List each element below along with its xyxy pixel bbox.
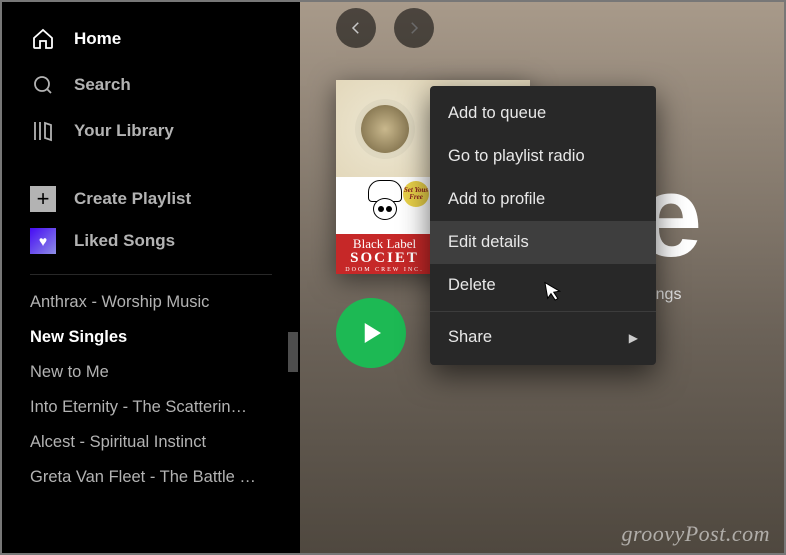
nav-library[interactable]: Your Library: [10, 108, 292, 154]
create-playlist[interactable]: + Create Playlist: [10, 178, 292, 220]
sidebar-actions: + Create Playlist ♥ Liked Songs: [2, 178, 300, 262]
cover-tile: [336, 80, 433, 177]
ctx-share[interactable]: Share ▶: [430, 316, 656, 359]
nav-label: Your Library: [74, 121, 174, 141]
back-button[interactable]: [336, 8, 376, 48]
action-label: Create Playlist: [74, 189, 191, 209]
ctx-separator: [430, 311, 656, 312]
cover-band-main: SOCIET: [336, 250, 433, 267]
ctx-label: Edit details: [448, 233, 529, 252]
cover-art-icon: [359, 180, 411, 236]
ctx-label: Delete: [448, 276, 496, 295]
cover-band-script: Black Label: [336, 237, 433, 250]
submenu-arrow-icon: ▶: [629, 331, 638, 345]
ctx-label: Add to profile: [448, 190, 545, 209]
ctx-label: Go to playlist radio: [448, 147, 585, 166]
playlist-item[interactable]: Into Eternity - The Scatterin…: [2, 390, 300, 425]
app-window: Home Search Your Library + Create Playli…: [0, 0, 786, 555]
forward-button[interactable]: [394, 8, 434, 48]
playlist-item[interactable]: New Singles: [2, 320, 300, 355]
ctx-edit-details[interactable]: Edit details: [430, 221, 656, 264]
ctx-label: Share: [448, 328, 492, 347]
cover-banner: Black Label SOCIET DOOM CREW INC.: [336, 234, 433, 274]
play-button[interactable]: [336, 298, 406, 368]
search-icon: [30, 72, 56, 98]
playlist-item[interactable]: New to Me: [2, 355, 300, 390]
ctx-delete[interactable]: Delete: [430, 264, 656, 307]
history-nav: [336, 8, 434, 48]
playlist-list: Anthrax - Worship Music New Singles New …: [2, 279, 300, 501]
ctx-add-to-queue[interactable]: Add to queue: [430, 92, 656, 135]
cover-tile: Set Yous Free Black Label SOCIET DOOM CR…: [336, 177, 433, 274]
action-label: Liked Songs: [74, 231, 175, 251]
playlist-item[interactable]: Anthrax - Worship Music: [2, 285, 300, 320]
liked-songs[interactable]: ♥ Liked Songs: [10, 220, 292, 262]
watermark: groovyPost.com: [621, 521, 770, 547]
nav-home[interactable]: Home: [10, 16, 292, 62]
main-panel: Set Yous Free Black Label SOCIET DOOM CR…: [300, 2, 784, 553]
heart-icon: ♥: [30, 228, 56, 254]
ctx-playlist-radio[interactable]: Go to playlist radio: [430, 135, 656, 178]
ctx-add-to-profile[interactable]: Add to profile: [430, 178, 656, 221]
nav-label: Search: [74, 75, 131, 95]
nav-search[interactable]: Search: [10, 62, 292, 108]
sidebar-scrollbar[interactable]: [288, 332, 298, 372]
nav-label: Home: [74, 29, 121, 49]
nav-section: Home Search Your Library: [2, 16, 300, 154]
plus-icon: +: [30, 186, 56, 212]
ctx-label: Add to queue: [448, 104, 546, 123]
library-icon: [30, 118, 56, 144]
cover-band-sub: DOOM CREW INC.: [336, 267, 433, 273]
playlist-item[interactable]: Alcest - Spiritual Instinct: [2, 425, 300, 460]
playlist-item[interactable]: Greta Van Fleet - The Battle …: [2, 460, 300, 495]
context-menu: Add to queue Go to playlist radio Add to…: [430, 86, 656, 365]
home-icon: [30, 26, 56, 52]
sidebar-divider: [30, 274, 272, 275]
sidebar: Home Search Your Library + Create Playli…: [2, 2, 300, 553]
